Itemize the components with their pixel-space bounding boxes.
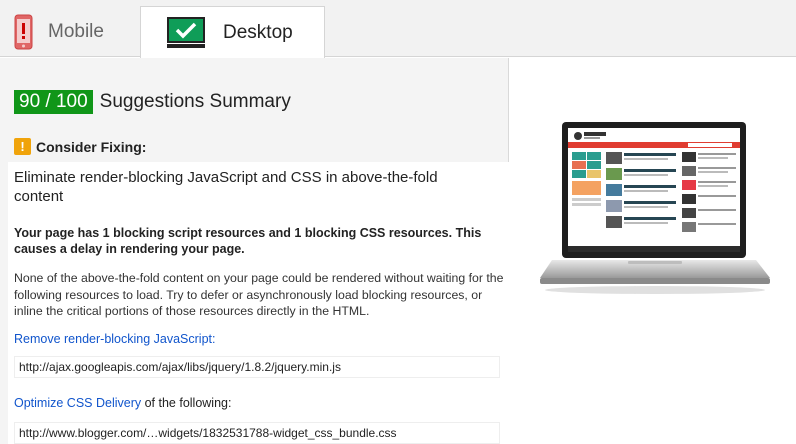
desktop-preview-screenshot (538, 120, 772, 298)
tab-desktop[interactable]: Desktop (140, 6, 325, 58)
css-resource-url: http://www.blogger.com/…widgets/18325317… (14, 422, 500, 444)
consider-fixing-label: Consider Fixing: (36, 138, 147, 155)
warning-icon: ! (14, 138, 31, 155)
tab-desktop-label: Desktop (223, 21, 293, 43)
consider-fixing-header: ! Consider Fixing: (14, 138, 146, 155)
summary-header: 90 / 100 Suggestions Summary (14, 90, 291, 114)
preview-panel (510, 58, 796, 444)
css-delivery-line: Optimize CSS Delivery of the following: (14, 396, 231, 410)
rule-details: Eliminate render-blocking JavaScript and… (8, 162, 509, 444)
js-resource-url: http://ajax.googleapis.com/ajax/libs/jqu… (14, 356, 500, 378)
monitor-check-icon (167, 16, 205, 49)
results-panel: 90 / 100 Suggestions Summary ! Consider … (0, 58, 509, 444)
tab-mobile[interactable]: Mobile (0, 6, 140, 58)
summary-title: Suggestions Summary (99, 91, 291, 112)
remove-render-blocking-js-link[interactable]: Remove render-blocking JavaScript: (14, 332, 215, 346)
tab-bar: Mobile Desktop (0, 0, 796, 58)
phone-icon (14, 14, 33, 50)
optimize-css-delivery-link[interactable]: Optimize CSS Delivery (14, 396, 141, 410)
rule-summary: Your page has 1 blocking script resource… (14, 226, 482, 256)
score-badge: 90 / 100 (14, 90, 93, 114)
rule-description: None of the above-the-fold content on yo… (14, 271, 504, 318)
rule-title[interactable]: Eliminate render-blocking JavaScript and… (14, 168, 484, 206)
tab-mobile-label: Mobile (48, 21, 104, 42)
css-delivery-suffix: of the following: (141, 396, 232, 410)
